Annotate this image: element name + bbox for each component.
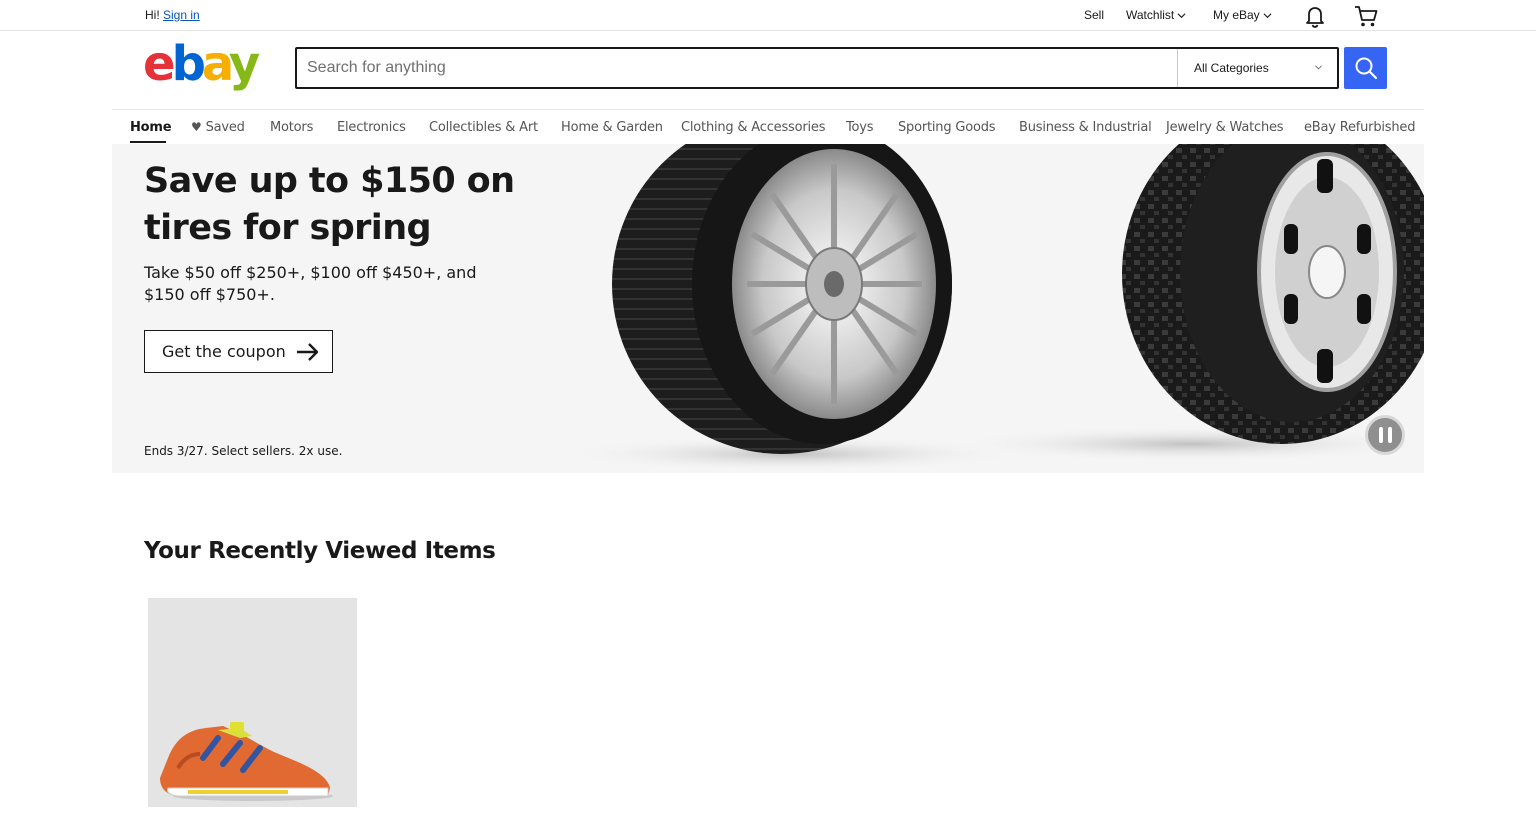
hero-subtitle: Take $50 off $250+, $100 off $450+, and … [144,263,477,304]
nav-item-sporting-goods[interactable]: Sporting Goods [898,120,996,135]
watchlist-menu[interactable]: Watchlist [1126,8,1186,22]
my-ebay-menu[interactable]: My eBay [1213,8,1272,22]
sell-label: Sell [1084,8,1105,22]
nav-item-home-garden[interactable]: Home & Garden [561,120,663,135]
bell-icon[interactable] [1302,3,1328,29]
hero-title: Save up to $150 on tires for spring [144,161,515,248]
greeting-text: Hi! [145,8,160,22]
tires-image [572,144,1424,472]
chevron-down-icon [1177,12,1186,18]
recently-viewed-title: Your Recently Viewed Items [144,538,496,564]
category-label: All Categories [1194,61,1269,75]
top-utility-bar: Hi! Sign in Sell Watchlist My eBay [0,0,1536,31]
nav-item-toys[interactable]: Toys [846,120,874,135]
nav-item-saved-label: Saved [205,120,245,135]
sell-link[interactable]: Sell [1084,8,1104,22]
pause-carousel-button[interactable] [1365,415,1405,455]
search-input[interactable] [297,49,1177,87]
search-icon [1355,57,1377,80]
sneaker-image [160,722,333,801]
nav-item-clothing[interactable]: Clothing & Accessories [681,120,825,135]
hero-banner[interactable]: Save up to $150 on tires for spring Take… [112,144,1424,473]
recently-viewed-item[interactable] [148,598,357,807]
category-select[interactable]: All Categories [1177,49,1337,87]
chevron-down-icon [1263,12,1272,18]
pause-icon-bar [1378,427,1383,443]
chevron-down-icon [1315,65,1322,70]
nav-item-motors[interactable]: Motors [270,120,313,135]
svg-text:ebay: ebay [143,42,260,92]
heart-icon: ♥ [191,120,202,134]
search-bar: All Categories [295,47,1339,89]
hero-fine-print: Ends 3/27. Select sellers. 2x use. [144,444,343,458]
sign-in-link[interactable]: Sign in [163,8,200,22]
arrow-right-icon [296,342,318,361]
nav-item-home[interactable]: Home [130,120,172,135]
pause-icon-bar [1387,427,1392,443]
search-button[interactable] [1344,47,1387,89]
get-coupon-label: Get the coupon [162,342,286,361]
my-ebay-label: My eBay [1213,8,1260,22]
greeting: Hi! Sign in [145,8,200,22]
nav-item-electronics[interactable]: Electronics [337,120,406,135]
nav-item-collectibles[interactable]: Collectibles & Art [429,120,538,135]
watchlist-label: Watchlist [1126,8,1175,22]
nav-active-underline [130,141,166,143]
category-nav: Home ♥ Saved Motors Electronics Collectib… [112,109,1424,144]
ebay-logo[interactable]: ebay [143,42,263,94]
nav-item-ebay-refurbished[interactable]: eBay Refurbished [1304,120,1415,135]
nav-item-saved[interactable]: ♥ Saved [191,120,245,135]
cart-icon[interactable] [1353,3,1379,29]
nav-item-jewelry-watches[interactable]: Jewelry & Watches [1166,120,1284,135]
get-coupon-button[interactable]: Get the coupon [144,330,333,373]
nav-item-business-industrial[interactable]: Business & Industrial [1019,120,1152,135]
